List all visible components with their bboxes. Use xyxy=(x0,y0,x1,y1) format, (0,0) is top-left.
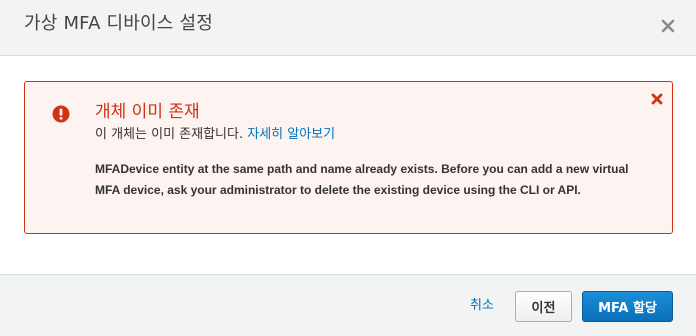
alert-subtitle-text: 이 개체는 이미 존재합니다. xyxy=(95,127,244,142)
assign-mfa-button[interactable]: MFA 할당 xyxy=(582,291,673,322)
previous-button[interactable]: 이전 xyxy=(515,291,572,322)
mfa-setup-dialog: 가상 MFA 디바이스 설정 개체 이미 존재 이 개체는 이미 존재합니다. … xyxy=(0,0,696,336)
alert-subtitle: 이 개체는 이미 존재합니다. 자세히 알아보기 xyxy=(95,126,335,144)
dialog-title: 가상 MFA 디바이스 설정 xyxy=(24,13,213,34)
dialog-header: 가상 MFA 디바이스 설정 xyxy=(0,0,696,56)
alert-message-line: MFADevice entity at the same path and na… xyxy=(95,162,629,176)
dismiss-icon[interactable] xyxy=(650,91,664,105)
alert-title: 개체 이미 존재 xyxy=(95,102,200,122)
learn-more-link[interactable]: 자세히 알아보기 xyxy=(247,127,335,142)
error-alert: 개체 이미 존재 이 개체는 이미 존재합니다. 자세히 알아보기 MFADev… xyxy=(24,81,673,234)
cancel-button[interactable]: 취소 xyxy=(462,292,502,320)
dialog-footer: 취소 이전 MFA 할당 xyxy=(0,274,696,336)
alert-message: MFADevice entity at the same path and na… xyxy=(95,159,655,201)
alert-message-line: MFA device, ask your administrator to de… xyxy=(95,183,581,197)
close-icon[interactable] xyxy=(658,16,678,36)
error-icon xyxy=(52,105,70,123)
